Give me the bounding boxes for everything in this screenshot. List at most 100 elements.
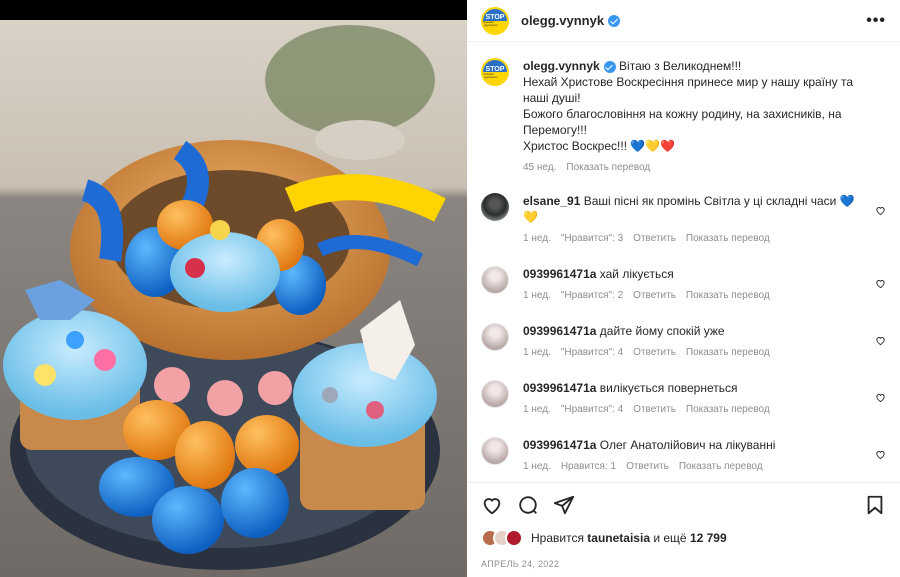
caption-verified-icon <box>603 60 616 73</box>
comment-content: elsane_91 Ваші пісні як промінь Світла у… <box>523 193 886 244</box>
caption-avatar-subtext: Russian aggression <box>483 71 498 79</box>
comment-content: 0939961471a хай лікується 1 нед. "Нравит… <box>523 266 886 301</box>
caption-meta: 45 нед. Показать перевод <box>523 162 864 173</box>
comment-reply-link[interactable]: Ответить <box>633 233 676 244</box>
post-photo[interactable] <box>0 0 467 577</box>
comment-username[interactable]: elsane_91 <box>523 194 580 208</box>
commenter-avatar[interactable] <box>481 266 509 294</box>
likes-prefix: Нравится <box>531 531 584 545</box>
likes-summary: Нравится taunetaisia и ещё 12 799 <box>481 529 886 547</box>
caption-time: 45 нед. <box>523 162 557 173</box>
caption-line-4: Христос Воскрес!!! 💙💛❤️ <box>523 139 676 153</box>
comment-text: 0939961471a Олег Анатолійович на лікуван… <box>523 437 864 453</box>
action-bar <box>481 493 886 517</box>
comment-translate-link[interactable]: Показать перевод <box>686 347 770 358</box>
comment-time: 1 нед. <box>523 461 551 472</box>
comment-reply-link[interactable]: Ответить <box>633 404 676 415</box>
comment-username[interactable]: 0939961471a <box>523 324 596 338</box>
avatar-subtext: Russian aggression <box>483 20 498 27</box>
likes-user[interactable]: taunetaisia <box>587 531 650 545</box>
like-heart-icon[interactable] <box>481 494 503 516</box>
comment-like-heart-icon[interactable] <box>875 449 886 460</box>
comment-username[interactable]: 0939961471a <box>523 267 596 281</box>
comment-likes-link[interactable]: "Нравится": 3 <box>561 233 623 244</box>
commenter-avatar[interactable] <box>481 323 509 351</box>
comment-row: 0939961471a вилікується повернеться 1 не… <box>481 380 886 415</box>
post-side-panel: STOP Russian aggression olegg.vynnyk •••… <box>467 0 900 577</box>
likes-text[interactable]: Нравится taunetaisia и ещё 12 799 <box>531 531 727 545</box>
likes-middle: и ещё <box>653 531 687 545</box>
author-username[interactable]: olegg.vynnyk <box>521 13 604 28</box>
comment-time: 1 нед. <box>523 233 551 244</box>
easter-cakes-photo <box>0 0 467 577</box>
verified-badge-icon <box>608 14 621 27</box>
comment-likes-link[interactable]: "Нравится": 2 <box>561 290 623 301</box>
comment-translate-link[interactable]: Показать перевод <box>686 233 770 244</box>
comment-reply-link[interactable]: Ответить <box>633 347 676 358</box>
comment-meta: 1 нед. "Нравится": 3 Ответить Показать п… <box>523 233 864 244</box>
comment-bubble-icon[interactable] <box>517 494 539 516</box>
caption-line-3: Божого благословіння на кожну родину, на… <box>523 107 842 137</box>
comment-username[interactable]: 0939961471a <box>523 381 596 395</box>
comment-row: 0939961471a хай лікується 1 нед. "Нравит… <box>481 266 886 301</box>
comment-meta: 1 нед. Нравится: 1 Ответить Показать пер… <box>523 461 864 472</box>
caption-line-1: Вітаю з Великоднем!!! <box>619 59 742 73</box>
caption-text: olegg.vynnyk Вітаю з Великоднем!!! Нехай… <box>523 58 864 154</box>
comment-translate-link[interactable]: Показать перевод <box>686 290 770 301</box>
more-options-icon[interactable]: ••• <box>866 12 886 30</box>
comment-time: 1 нед. <box>523 347 551 358</box>
avatar-badge: STOP Russian aggression <box>483 8 507 33</box>
comment-content: 0939961471a Олег Анатолійович на лікуван… <box>523 437 886 472</box>
comment-row: elsane_91 Ваші пісні як промінь Світла у… <box>481 193 886 244</box>
share-send-icon[interactable] <box>553 494 575 516</box>
comment-text: elsane_91 Ваші пісні як промінь Світла у… <box>523 193 864 225</box>
caption-avatar-badge: STOP Russian aggression <box>483 60 507 84</box>
comment-text: 0939961471a хай лікується <box>523 266 864 282</box>
comment-likes-link[interactable]: "Нравится": 4 <box>561 404 623 415</box>
comment-text: 0939961471a вилікується повернеться <box>523 380 864 396</box>
comment-body: Олег Анатолійович на лікуванні <box>599 438 776 452</box>
comment-username[interactable]: 0939961471a <box>523 438 596 452</box>
comments-list[interactable]: STOP Russian aggression olegg.vynnyk Віт… <box>467 42 900 482</box>
comment-body: дайте йому спокій уже <box>599 324 725 338</box>
post-header: STOP Russian aggression olegg.vynnyk ••• <box>467 0 900 42</box>
commenter-avatar[interactable] <box>481 380 509 408</box>
comment-content: 0939961471a дайте йому спокій уже 1 нед.… <box>523 323 886 358</box>
comment-body: хай лікується <box>599 267 674 281</box>
comment-content: 0939961471a вилікується повернеться 1 не… <box>523 380 886 415</box>
liker-avatar[interactable] <box>505 529 523 547</box>
comment-likes-link[interactable]: "Нравится": 4 <box>561 347 623 358</box>
comment-like-heart-icon[interactable] <box>875 205 886 216</box>
comment-reply-link[interactable]: Ответить <box>626 461 669 472</box>
caption-row: STOP Russian aggression olegg.vynnyk Віт… <box>481 58 886 173</box>
comment-meta: 1 нед. "Нравится": 2 Ответить Показать п… <box>523 290 864 301</box>
comment-meta: 1 нед. "Нравится": 4 Ответить Показать п… <box>523 347 864 358</box>
caption-username[interactable]: olegg.vynnyk <box>523 59 600 73</box>
comment-text: 0939961471a дайте йому спокій уже <box>523 323 864 339</box>
comment-row: 0939961471a дайте йому спокій уже 1 нед.… <box>481 323 886 358</box>
comment-meta: 1 нед. "Нравится": 4 Ответить Показать п… <box>523 404 864 415</box>
post-footer: Нравится taunetaisia и ещё 12 799 АПРЕЛЬ… <box>467 482 900 577</box>
caption-content: olegg.vynnyk Вітаю з Великоднем!!! Нехай… <box>523 58 886 173</box>
commenter-avatar[interactable] <box>481 193 509 221</box>
comment-translate-link[interactable]: Показать перевод <box>686 404 770 415</box>
comment-row: 0939961471a Олег Анатолійович на лікуван… <box>481 437 886 472</box>
comment-time: 1 нед. <box>523 404 551 415</box>
author-avatar[interactable]: STOP Russian aggression <box>481 6 509 35</box>
instagram-post-window: STOP Russian aggression olegg.vynnyk •••… <box>0 0 900 577</box>
comment-like-heart-icon[interactable] <box>875 278 886 289</box>
caption-translate-link[interactable]: Показать перевод <box>566 162 650 173</box>
bookmark-icon[interactable] <box>864 494 886 516</box>
comment-like-heart-icon[interactable] <box>875 392 886 403</box>
comment-likes-link[interactable]: Нравится: 1 <box>561 461 616 472</box>
caption-avatar[interactable]: STOP Russian aggression <box>481 58 509 86</box>
comment-reply-link[interactable]: Ответить <box>633 290 676 301</box>
likes-count[interactable]: 12 799 <box>690 531 727 545</box>
comment-body: вилікується повернеться <box>599 381 738 395</box>
commenter-avatar[interactable] <box>481 437 509 465</box>
post-date[interactable]: АПРЕЛЬ 24, 2022 <box>481 559 886 569</box>
comment-time: 1 нед. <box>523 290 551 301</box>
comment-like-heart-icon[interactable] <box>875 335 886 346</box>
caption-line-2: Нехай Христове Воскресіння принесе мир у… <box>523 75 854 105</box>
comment-translate-link[interactable]: Показать перевод <box>679 461 763 472</box>
